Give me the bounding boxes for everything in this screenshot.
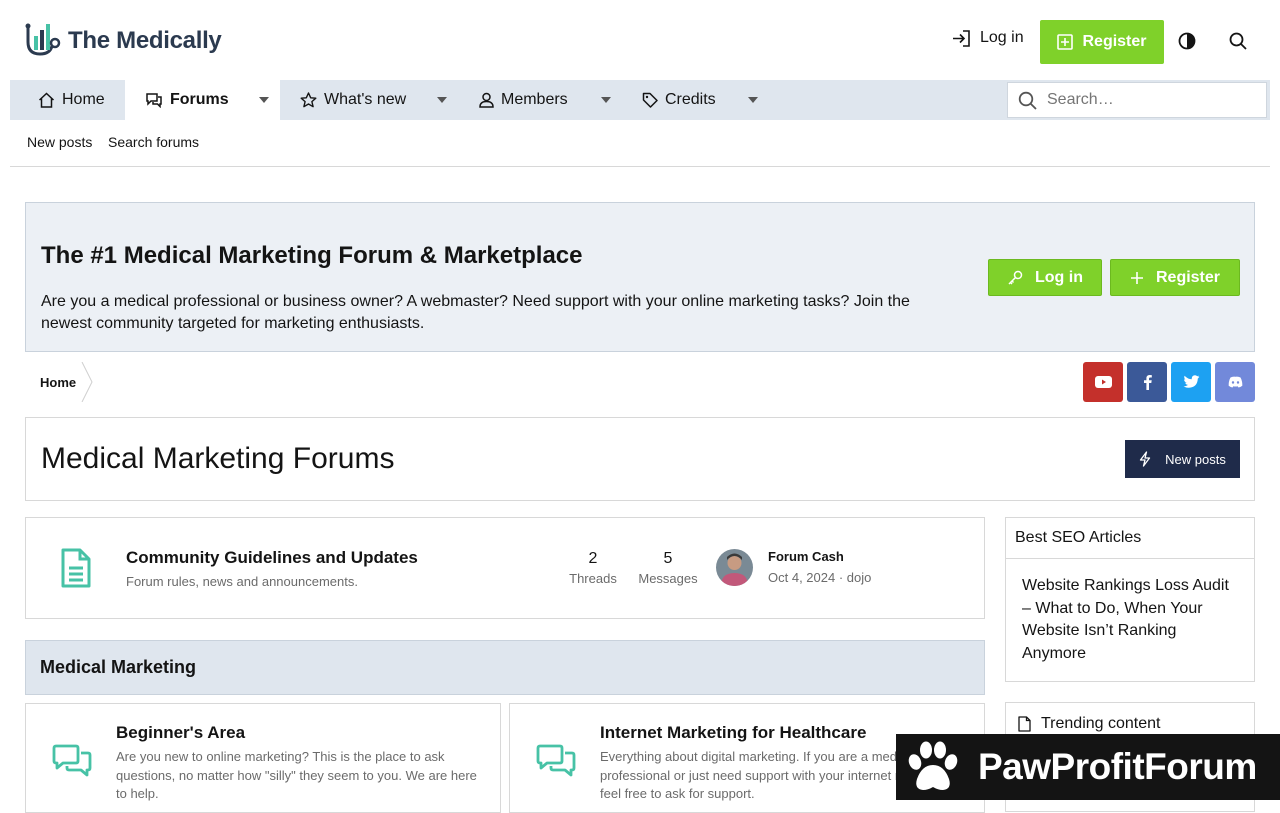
document-icon — [61, 548, 91, 588]
header-register-label: Register — [1082, 33, 1147, 50]
header-login-link[interactable]: Log in — [952, 29, 1024, 47]
subnav-new-posts[interactable]: New posts — [27, 134, 92, 150]
new-posts-button[interactable]: New posts — [1125, 440, 1240, 478]
tag-icon — [642, 92, 658, 108]
subforum-title-text: Internet Marketing for Healthcare — [600, 723, 867, 742]
avatar[interactable] — [716, 549, 753, 586]
site-logo[interactable]: The Medically — [22, 22, 222, 60]
youtube-icon — [1094, 376, 1112, 388]
forum-description: Forum rules, news and announcements. — [126, 574, 358, 589]
sidebar-best-seo-link[interactable]: Website Rankings Loss Audit – What to Do… — [1006, 559, 1254, 681]
comments-icon — [52, 744, 92, 777]
notice-register-button[interactable]: Register — [1110, 259, 1240, 296]
nav-search-input[interactable] — [1047, 91, 1247, 109]
forum-node-beginners-area: Beginner's Area Are you new to online ma… — [25, 703, 501, 813]
paw-icon — [908, 741, 958, 790]
header-login-label: Log in — [980, 29, 1024, 46]
key-icon — [1008, 270, 1023, 285]
pawprofitforum-banner[interactable]: PawProfitForum — [896, 734, 1280, 800]
welcome-notice: The #1 Medical Marketing Forum & Marketp… — [25, 202, 1255, 352]
notice-title: The #1 Medical Marketing Forum & Marketp… — [41, 242, 583, 269]
credits-dropdown-caret[interactable] — [748, 97, 758, 103]
header-register-button[interactable]: Register — [1040, 20, 1164, 64]
breadcrumb-separator-icon — [81, 362, 93, 402]
last-post-meta: Oct 4, 2024 · dojo — [768, 570, 872, 585]
forum-title[interactable]: Community Guidelines and Updates — [126, 548, 418, 568]
facebook-icon — [1143, 375, 1152, 390]
sub-nav: New posts Search forums — [10, 120, 1270, 167]
discord-icon — [1228, 376, 1242, 388]
discord-button[interactable] — [1215, 362, 1255, 402]
site-header: The Medically Log in Register — [0, 0, 1280, 80]
page-title: Medical Marketing Forums — [41, 442, 395, 475]
breadcrumb: Home — [25, 362, 94, 402]
facebook-button[interactable] — [1127, 362, 1167, 402]
contrast-icon — [1178, 32, 1196, 50]
notice-login-button[interactable]: Log in — [988, 259, 1102, 296]
tab-credits-label: Credits — [665, 91, 716, 108]
comments-icon — [536, 744, 576, 777]
sidebar-best-seo-title: Best SEO Articles — [1006, 518, 1254, 559]
search-icon — [1229, 32, 1247, 50]
forums-dropdown-caret[interactable] — [259, 97, 269, 103]
comments-icon — [146, 93, 162, 108]
bolt-icon — [1139, 451, 1151, 467]
tab-home[interactable]: Home — [38, 80, 105, 120]
tab-whats-new-label: What's new — [324, 91, 407, 108]
twitter-icon — [1182, 375, 1199, 388]
stethoscope-chart-icon — [25, 23, 61, 56]
tab-whats-new[interactable]: What's new — [300, 80, 406, 120]
sign-in-icon — [953, 29, 970, 47]
main-nav: Home Forums What's new Members Credits — [10, 80, 1270, 120]
tab-forums[interactable]: Forums — [125, 80, 280, 120]
search-icon — [1018, 91, 1037, 110]
breadcrumb-home[interactable]: Home — [25, 375, 76, 390]
nav-search-box[interactable] — [1007, 82, 1267, 118]
tab-home-label: Home — [62, 91, 105, 108]
category-header[interactable]: Medical Marketing — [25, 640, 985, 695]
logo-text: The Medically — [68, 27, 222, 54]
tab-members-label: Members — [501, 91, 568, 108]
subforum-title-text: Beginner's Area — [116, 723, 246, 742]
tab-members[interactable]: Members — [479, 80, 568, 120]
messages-stat: 5 Messages — [637, 550, 699, 586]
forum-node-community-guidelines: Community Guidelines and Updates Forum r… — [25, 517, 985, 619]
theme-toggle-button[interactable] — [1178, 32, 1196, 50]
last-post-title[interactable]: Forum Cash — [768, 549, 844, 564]
header-search-button[interactable] — [1229, 32, 1247, 50]
user-avatar-icon — [716, 549, 753, 586]
threads-stat: 2 Threads — [569, 550, 617, 586]
youtube-button[interactable] — [1083, 362, 1123, 402]
plus-square-icon — [1057, 34, 1074, 50]
sidebar-trending-title: Trending content — [1041, 714, 1161, 732]
star-icon — [300, 92, 317, 108]
file-icon — [1018, 715, 1031, 732]
members-dropdown-caret[interactable] — [601, 97, 611, 103]
sidebar-best-seo: Best SEO Articles Website Rankings Loss … — [1005, 517, 1255, 682]
whats-new-dropdown-caret[interactable] — [437, 97, 447, 103]
messages-count: 5 — [663, 550, 673, 567]
page-title-box: Medical Marketing Forums New posts — [25, 417, 1255, 501]
threads-count: 2 — [588, 550, 598, 567]
new-posts-label: New posts — [1165, 451, 1226, 467]
category-title: Medical Marketing — [40, 657, 197, 677]
notice-text: Are you a medical professional or busine… — [41, 293, 910, 332]
twitter-button[interactable] — [1171, 362, 1211, 402]
tab-credits[interactable]: Credits — [642, 80, 716, 120]
home-icon — [38, 92, 55, 108]
subnav-search-forums[interactable]: Search forums — [108, 134, 199, 150]
messages-label: Messages — [638, 571, 698, 586]
threads-label: Threads — [569, 571, 617, 586]
user-icon — [479, 92, 494, 108]
notice-register-label: Register — [1155, 268, 1221, 286]
tab-forums-label: Forums — [170, 91, 229, 108]
subforum-description: Are you new to online marketing? This is… — [116, 749, 477, 801]
banner-brand: PawProfitForum — [978, 746, 1257, 787]
plus-icon — [1130, 271, 1143, 284]
notice-login-label: Log in — [1035, 268, 1083, 286]
